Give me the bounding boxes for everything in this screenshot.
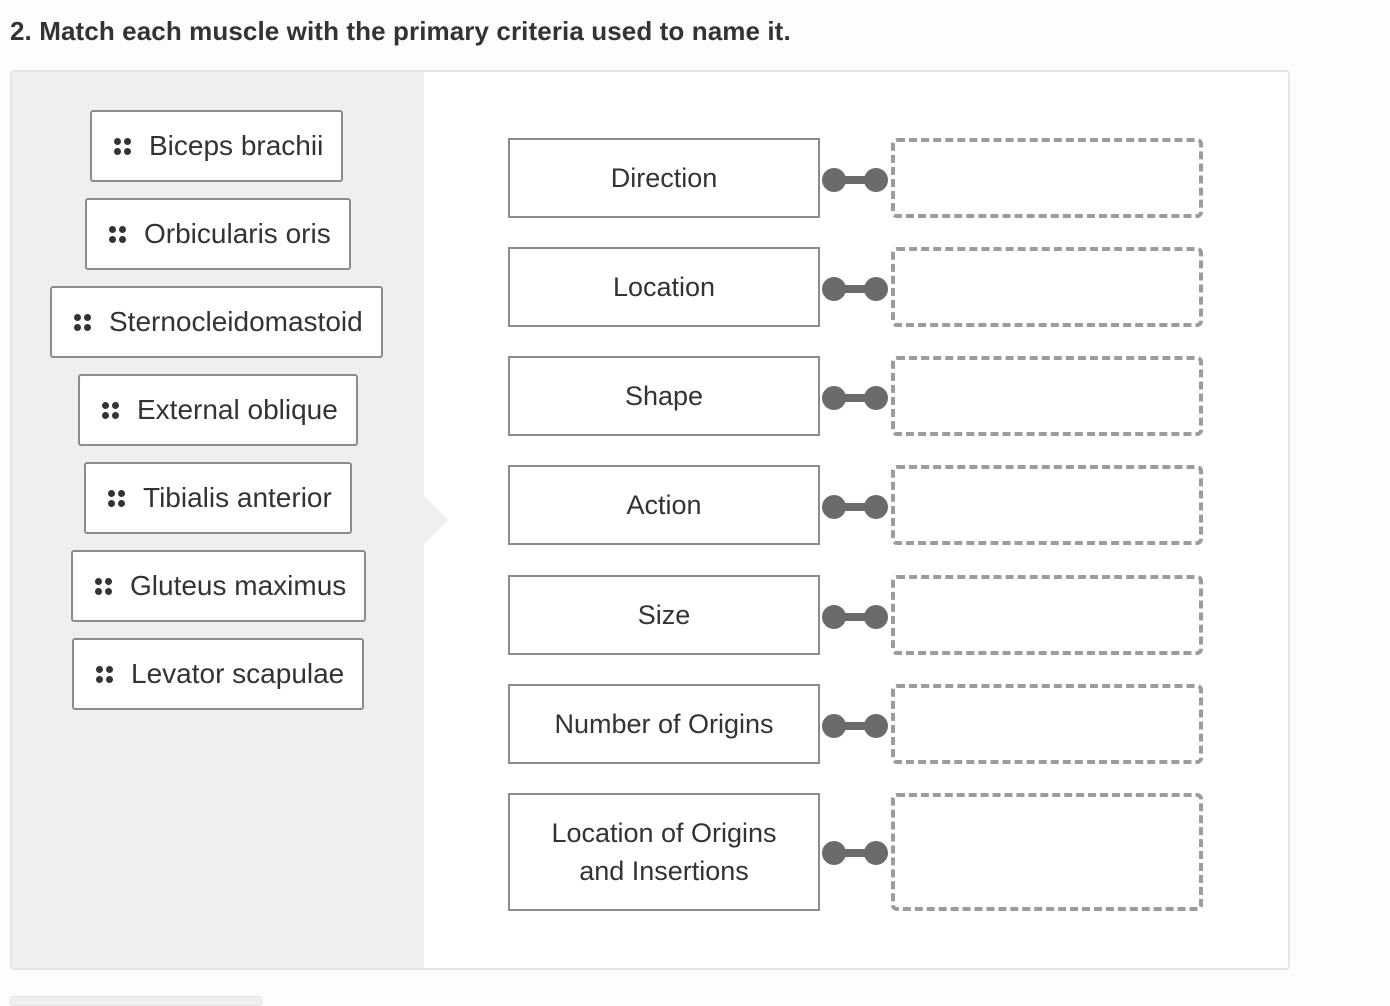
choice-sternocleidomastoid[interactable]: Sternocleidomastoid — [50, 286, 383, 358]
drop-zone-number-of-origins[interactable] — [891, 684, 1203, 764]
drop-zone-size[interactable] — [891, 575, 1203, 655]
drop-zone-location-of-origins-and-insertions[interactable] — [891, 793, 1203, 911]
drag-handle-icon — [114, 137, 131, 155]
criterion-label: Number of Origins — [508, 684, 820, 764]
choice-levator-scapulae[interactable]: Levator scapulae — [72, 638, 365, 710]
panel-arrow — [424, 496, 448, 544]
criterion-label: Shape — [508, 356, 820, 436]
drag-handle-icon — [96, 665, 113, 683]
connector-icon — [822, 168, 888, 194]
connector-icon — [822, 277, 888, 303]
drop-zone-shape[interactable] — [891, 356, 1203, 436]
choice-biceps-brachii[interactable]: Biceps brachii — [90, 110, 344, 182]
criterion-label: Size — [508, 575, 820, 655]
connector-icon — [822, 495, 888, 521]
drop-zone-direction[interactable] — [891, 138, 1203, 218]
choice-label: Gluteus maximus — [130, 570, 347, 601]
choice-gluteus-maximus[interactable]: Gluteus maximus — [71, 550, 367, 622]
connector-icon — [822, 714, 888, 740]
choice-label: External oblique — [137, 394, 338, 425]
question-title: 2. Match each muscle with the primary cr… — [10, 16, 791, 46]
choice-label: Biceps brachii — [149, 130, 324, 161]
criterion-label: Location — [508, 247, 820, 327]
connector-icon — [822, 841, 888, 867]
choice-external-oblique[interactable]: External oblique — [78, 374, 358, 446]
drop-zone-location[interactable] — [891, 247, 1203, 327]
choice-label: Levator scapulae — [131, 658, 345, 689]
drag-handle-icon — [109, 225, 126, 243]
drag-handle-icon — [108, 489, 125, 507]
choice-label: Sternocleidomastoid — [109, 306, 363, 337]
criterion-label: Direction — [508, 138, 820, 218]
choice-orbicularis-oris[interactable]: Orbicularis oris — [85, 198, 351, 270]
drag-handle-icon — [102, 401, 119, 419]
drag-handle-icon — [74, 313, 91, 331]
choice-label: Orbicularis oris — [144, 218, 331, 249]
criterion-label: Action — [508, 465, 820, 545]
connector-icon — [822, 605, 888, 631]
choice-tibialis-anterior[interactable]: Tibialis anterior — [84, 462, 352, 534]
connector-icon — [822, 386, 888, 412]
matching-question: Biceps brachii Orbicularis oris Sternocl… — [10, 70, 1290, 970]
next-section-tab — [10, 996, 262, 1006]
criterion-label: Location of Origins and Insertions — [508, 793, 820, 911]
choice-label: Tibialis anterior — [143, 482, 332, 513]
choices-panel: Biceps brachii Orbicularis oris Sternocl… — [12, 72, 448, 968]
drop-zone-action[interactable] — [891, 465, 1203, 545]
drag-handle-icon — [95, 577, 112, 595]
